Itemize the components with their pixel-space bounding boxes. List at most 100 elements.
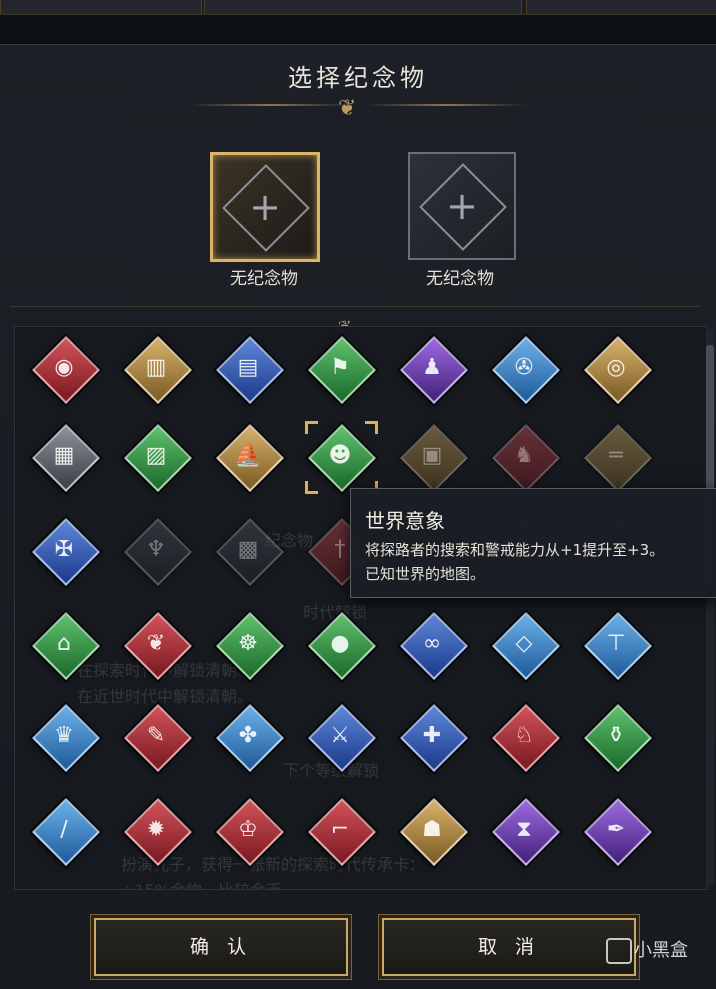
crown-icon: ♛ [54, 723, 74, 748]
memento-tile[interactable]: ✚ [397, 701, 468, 772]
memento-tile[interactable]: ♞ [489, 421, 560, 492]
memento-tile[interactable]: ▦ [29, 421, 100, 492]
memento-tile[interactable]: ♛ [29, 701, 100, 772]
staff-icon: ∕ [60, 817, 68, 842]
memento-tile[interactable]: ▨ [121, 421, 192, 492]
memento-tile[interactable]: ∕ [29, 795, 100, 866]
brush-icon: ✎ [146, 723, 166, 748]
star-badge-icon: ✹ [146, 817, 166, 842]
tooltip-title: 世界意象 [365, 509, 445, 533]
stone-tablet-icon: ◉ [54, 355, 74, 380]
memento-tile[interactable]: ♔ [213, 795, 284, 866]
top-tab-bar [0, 0, 716, 15]
abacus-icon: ▩ [237, 537, 259, 562]
memento-tile[interactable]: ✹ [121, 795, 192, 866]
memento-tile[interactable]: ⚑ [305, 333, 376, 404]
memento-tile[interactable]: ⌐ [305, 795, 376, 866]
wolf-icon: ✠ [54, 537, 74, 562]
memento-tile[interactable]: ⛵ [213, 421, 284, 492]
memento-tile[interactable]: ▥ [121, 333, 192, 404]
memento-tile[interactable]: ⚱ [581, 701, 652, 772]
memento-tile[interactable]: ⌂ [29, 609, 100, 680]
plus-icon: + [446, 184, 478, 228]
jade-disc-icon: ● [330, 631, 350, 656]
anvil-icon: ⊤ [606, 631, 626, 656]
mask-icon: ☸ [238, 631, 258, 656]
tooltip-effect: 将探路者的搜索和警戒能力从+1提升至+3。 [365, 541, 665, 559]
tooltip-description: 已知世界的地图。 [365, 565, 486, 583]
figurine-icon: ♟ [422, 355, 442, 380]
background-text: +15%金物、比较金币 [121, 877, 282, 889]
spectacles-icon: ∞ [422, 631, 442, 656]
memento-tile[interactable]: ✒ [581, 795, 652, 866]
memento-tile[interactable]: ✇ [489, 333, 560, 404]
musket-icon: ⌐ [330, 817, 350, 842]
ornament-line-left [190, 104, 350, 106]
scroll-icon: ▥ [145, 355, 167, 380]
banner-icon: ⚑ [330, 355, 350, 380]
memento-tooltip: 世界意象 将探路者的搜索和警戒能力从+1提升至+3。 已知世界的地图。 [350, 488, 716, 598]
memento-slot-1-label: 无纪念物 [230, 269, 298, 289]
watermark-text: 小黑盒 [634, 940, 688, 961]
ornament-scroll-icon: ❦ [338, 96, 357, 121]
compass-icon: ✇ [514, 355, 534, 380]
horse-icon: ♘ [514, 723, 534, 748]
memento-tile[interactable]: ❦ [121, 609, 192, 680]
memento-tile[interactable]: ♘ [489, 701, 560, 772]
memento-tile[interactable]: ✠ [29, 515, 100, 586]
memento-tile[interactable]: ▣ [397, 421, 468, 492]
top-tab[interactable] [204, 0, 522, 14]
memento-tile[interactable]: ☸ [213, 609, 284, 680]
crown-jewel-icon: ♔ [238, 817, 258, 842]
pavilion-icon: ⌂ [57, 631, 71, 656]
dialog-title: 选择纪念物 [288, 64, 428, 92]
cloth-icon: ▨ [145, 443, 167, 468]
selection-corner [305, 421, 318, 434]
cancel-button[interactable]: 取 消 [382, 918, 636, 976]
coin-icon: ◎ [606, 355, 626, 380]
hourglass-icon: ⧗ [516, 817, 532, 842]
helmet-icon: ☗ [422, 817, 442, 842]
memento-tile[interactable]: ♟ [397, 333, 468, 404]
double-eagle-icon: ✤ [238, 723, 258, 748]
memento-tile[interactable]: ▤ [213, 333, 284, 404]
quill-icon: ✒ [606, 817, 626, 842]
kite-icon: ◇ [515, 631, 533, 656]
memento-tile[interactable]: ◎ [581, 333, 652, 404]
memento-tile[interactable]: ⊤ [581, 609, 652, 680]
sword-icon: ⚔ [330, 723, 350, 748]
plus-icon: + [249, 185, 281, 229]
flute-icon: ═ [609, 443, 623, 468]
book-icon: ▤ [237, 355, 259, 380]
ornament-line-right [366, 104, 526, 106]
memento-tile[interactable]: ☗ [397, 795, 468, 866]
memento-tile[interactable]: ✎ [121, 701, 192, 772]
memento-slot-1[interactable]: + [210, 152, 320, 262]
confirm-button[interactable]: 确 认 [94, 918, 348, 976]
top-tab[interactable] [526, 0, 716, 14]
section-divider [10, 306, 700, 307]
memento-tile[interactable]: ● [305, 609, 376, 680]
memento-slot-2[interactable]: + [408, 152, 516, 260]
memento-tile[interactable]: ♆ [121, 515, 192, 586]
selection-corner [305, 481, 318, 494]
memento-tile[interactable]: ▩ [213, 515, 284, 586]
memento-tile[interactable]: ☻ [305, 421, 378, 494]
portrait-icon: ▣ [421, 443, 443, 468]
memento-tile[interactable]: ◇ [489, 609, 560, 680]
memento-grid: 纪念物 时代解锁 在探索时代中解锁清朝。 在近世时代中解锁清朝。 下个等级解锁 … [14, 326, 708, 890]
top-tab[interactable] [0, 0, 202, 14]
horse-statue-icon: ♞ [514, 443, 534, 468]
ship-icon: ⛵ [234, 443, 262, 468]
memento-slot-2-label: 无纪念物 [426, 269, 494, 289]
memento-tile[interactable]: ⚔ [305, 701, 376, 772]
fan-icon: ❦ [146, 631, 166, 656]
memento-tile[interactable]: ═ [581, 421, 652, 492]
selection-corner [365, 421, 378, 434]
vessels-icon: ⚱ [606, 723, 626, 748]
memento-tile[interactable]: ◉ [29, 333, 100, 404]
orb-icon: ✚ [422, 723, 442, 748]
memento-tile[interactable]: ∞ [397, 609, 468, 680]
memento-tile[interactable]: ✤ [213, 701, 284, 772]
memento-tile[interactable]: ⧗ [489, 795, 560, 866]
